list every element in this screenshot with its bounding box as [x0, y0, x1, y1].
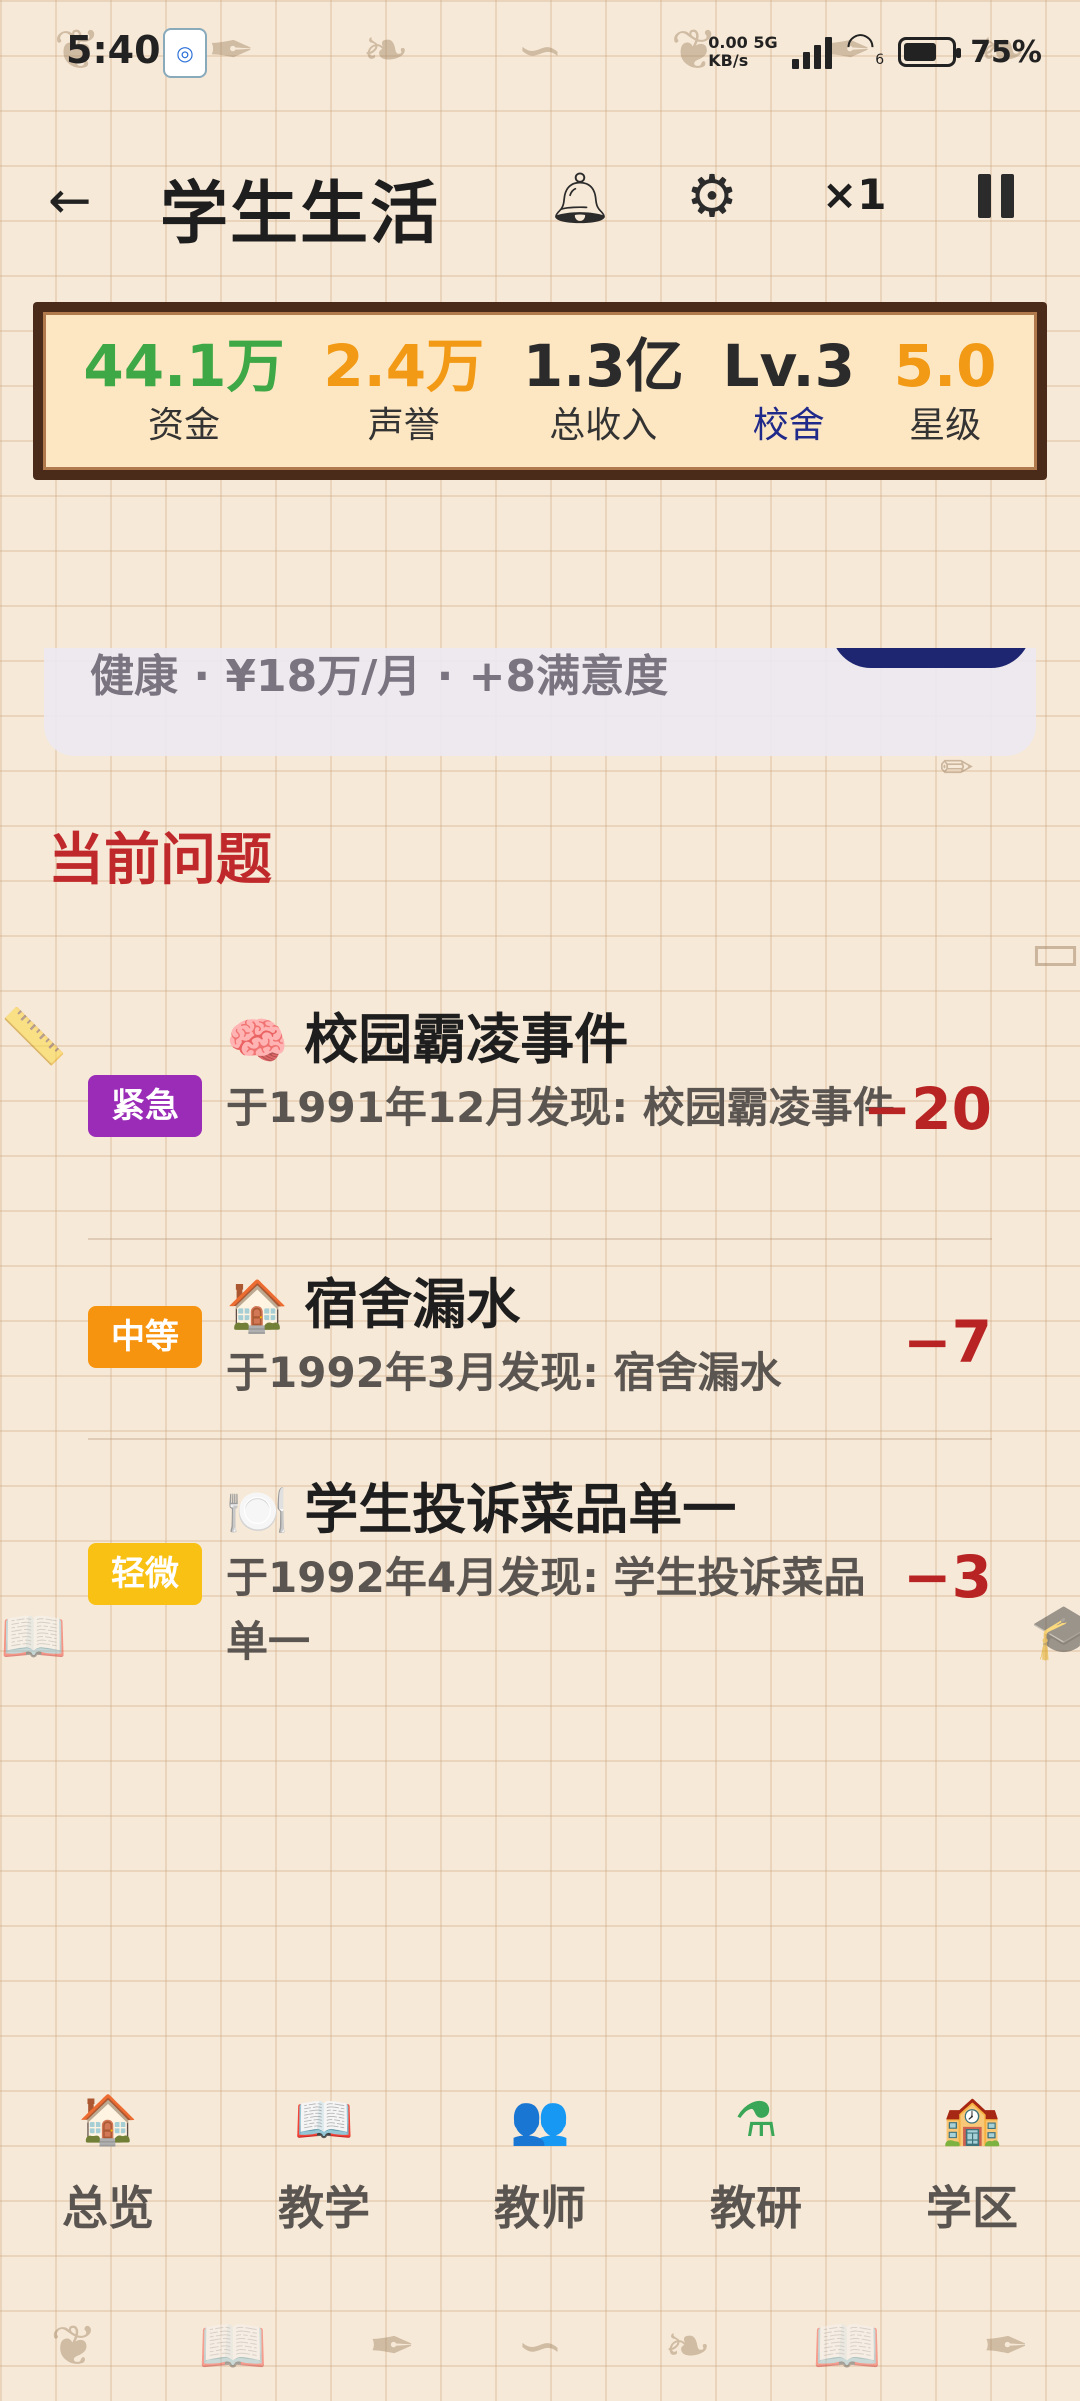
issue-item[interactable]: 紧急 🧠 校园霸凌事件 于1991年12月发现: 校园霸凌事件 −20	[88, 1005, 992, 1235]
game-speed-button[interactable]: ×1	[822, 170, 886, 219]
issue-penalty: −7	[903, 1308, 992, 1376]
book-decoration-icon: 📖	[0, 1605, 68, 1668]
issue-penalty: −20	[862, 1075, 992, 1143]
nav-item-district[interactable]: 🏫 学区	[877, 2080, 1067, 2260]
pause-icon[interactable]	[978, 174, 1022, 222]
severity-badge: 中等	[88, 1306, 202, 1368]
issue-description: 于1992年3月发现: 宿舍漏水	[226, 1348, 782, 1397]
battery-percent: 75%	[970, 34, 1042, 70]
stat-funds: 44.1万 资金	[83, 333, 284, 449]
status-bar: 5:40 ◎ 0.00 5G KB/s ◠6 75%	[0, 0, 1080, 100]
teachers-icon: 👥	[510, 2092, 570, 2148]
issue-title: 🧠 校园霸凌事件	[226, 1008, 629, 1071]
stat-value: 1.3亿	[522, 332, 684, 400]
section-title-current-issues: 当前问题	[48, 828, 272, 893]
stat-label[interactable]: 校舍	[723, 403, 855, 449]
policy-action-button[interactable]	[831, 648, 1031, 668]
divider	[88, 1238, 992, 1240]
nav-item-research[interactable]: ⚗ 教研	[661, 2080, 851, 2260]
desk-decoration-icon: ▭	[1030, 920, 1080, 983]
flask-icon: ⚗	[734, 2092, 778, 2148]
stat-label: 总收入	[549, 405, 658, 446]
network-speed: 0.00 5G KB/s	[708, 33, 778, 71]
cap-decoration-icon: 🎓	[1030, 1600, 1080, 1663]
nav-item-teaching[interactable]: 📖 教学	[229, 2080, 419, 2260]
stat-value: 44.1万	[83, 332, 285, 400]
stat-reputation: 2.4万 声誉	[323, 333, 484, 449]
decorative-bottom-border: ❦ 📖 ✒ ∽ ❧ 📖 ✒	[50, 2313, 1030, 2380]
issue-penalty: −3	[903, 1543, 992, 1611]
nav-label: 教研	[710, 2181, 802, 2235]
status-time: 5:40	[66, 28, 161, 72]
stat-star-rating: 5.0 星级	[894, 333, 997, 449]
nav-item-overview[interactable]: 🏠 总览	[13, 2080, 203, 2260]
stat-value: 5.0	[893, 332, 997, 400]
issue-title: 🏠 宿舍漏水	[226, 1273, 521, 1336]
stat-value: Lv.3	[722, 332, 855, 400]
nav-label: 总览	[62, 2181, 154, 2235]
bell-icon[interactable]: 🔔︎	[548, 166, 612, 230]
wifi-icon: ◠6	[845, 25, 885, 68]
stat-label: 声誉	[367, 405, 440, 446]
open-book-icon: 📖	[294, 2092, 354, 2148]
nav-label: 教师	[494, 2181, 586, 2235]
nav-item-teachers[interactable]: 👥 教师	[445, 2080, 635, 2260]
house-icon: 🏠	[226, 1277, 289, 1335]
campus-building-icon: 🏫	[942, 2092, 1002, 2148]
stat-campus-level[interactable]: Lv.3 校舍	[723, 333, 855, 449]
stat-label: 星级	[909, 405, 982, 446]
bottom-navigation: 🏠 总览 📖 教学 👥 教师 ⚗ 教研 🏫 学区	[0, 2080, 1080, 2260]
policy-card-summary: 健康 · ¥18万/月 · +8满意度	[90, 651, 669, 702]
brain-icon: 🧠	[226, 1012, 289, 1070]
signal-icon	[791, 35, 832, 70]
severity-badge: 轻微	[88, 1543, 202, 1605]
divider	[88, 1438, 992, 1440]
stat-label: 资金	[147, 405, 220, 446]
notification-app-icon: ◎	[163, 28, 207, 78]
issue-description: 于1992年4月发现: 学生投诉菜品单一	[226, 1553, 866, 1666]
nav-label: 教学	[278, 2181, 370, 2235]
issue-title: 🍽️ 学生投诉菜品单一	[226, 1478, 737, 1541]
policy-card-partial: 健康 · ¥18万/月 · +8满意度	[44, 648, 1036, 756]
severity-badge: 紧急	[88, 1075, 202, 1137]
stat-total-income: 1.3亿 总收入	[523, 333, 684, 449]
stats-panel: 44.1万 资金 2.4万 声誉 1.3亿 总收入 Lv.3 校舍 5.0 星级	[33, 302, 1047, 480]
gear-icon[interactable]: ⚙	[680, 164, 744, 228]
ruler-decoration-icon: 📏	[0, 1005, 68, 1068]
issue-item[interactable]: 中等 🏠 宿舍漏水 于1992年3月发现: 宿舍漏水 −7	[88, 1270, 992, 1440]
top-app-bar: ← 学生生活 🔔︎ ⚙ ×1	[0, 140, 1080, 260]
battery-icon	[898, 37, 962, 68]
plate-icon: 🍽️	[226, 1482, 289, 1540]
page-title: 学生生活	[160, 175, 441, 254]
stat-value: 2.4万	[323, 332, 485, 400]
nav-label: 学区	[926, 2181, 1018, 2235]
back-arrow-icon[interactable]: ←	[48, 166, 118, 236]
school-house-icon: 🏠	[78, 2092, 138, 2148]
issue-item[interactable]: 轻微 🍽️ 学生投诉菜品单一 于1992年4月发现: 学生投诉菜品单一 −3	[88, 1475, 992, 1695]
issue-description: 于1991年12月发现: 校园霸凌事件	[226, 1083, 895, 1132]
